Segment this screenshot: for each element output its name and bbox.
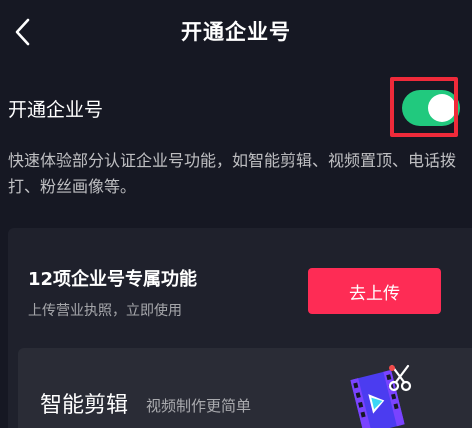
video-edit-icon <box>350 364 412 428</box>
smart-edit-description: 视频制作更简单 <box>146 397 252 415</box>
highlight-annotation-box <box>390 77 458 137</box>
feature-description: 快速体验部分认证企业号功能，如智能剪辑、视频置顶、电话拨打、粉丝画像等。 <box>8 151 457 196</box>
header: 开通企业号 <box>0 0 472 64</box>
upload-button[interactable]: 去上传 <box>308 268 441 314</box>
enterprise-toggle-label: 开通企业号 <box>8 99 104 121</box>
page-title: 开通企业号 <box>181 20 291 44</box>
feature-card-title: 12项企业号专属功能 <box>28 269 198 290</box>
smart-edit-title: 智能剪辑 <box>40 393 129 418</box>
enterprise-account-screen: 开通企业号 开通企业号 快速体验部分认证企业号功能，如智能剪辑、视频置顶、电话拨… <box>0 0 472 428</box>
feature-card-subtitle: 上传营业执照，立即使用 <box>28 303 182 319</box>
